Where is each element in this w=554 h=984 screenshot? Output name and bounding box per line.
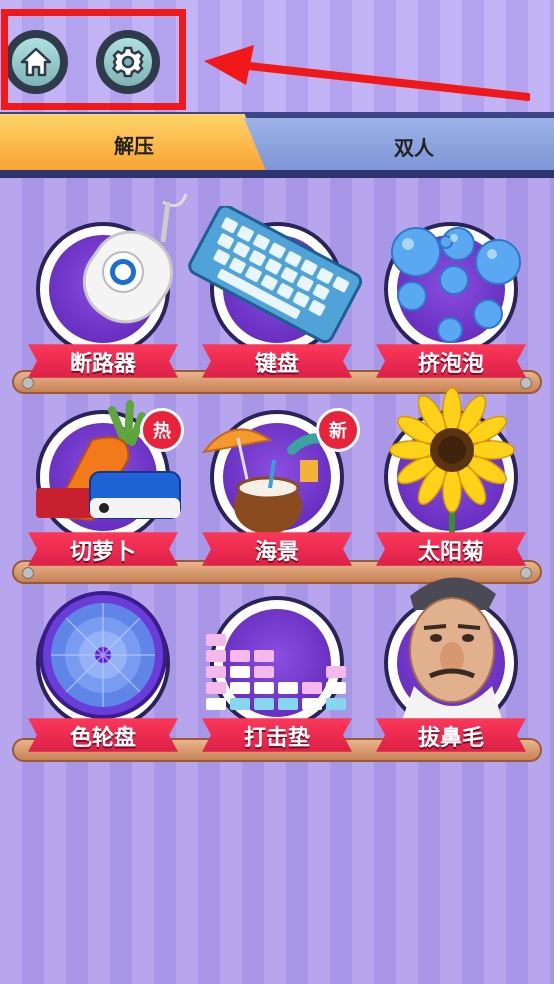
game-label: 色轮盘 <box>69 726 136 751</box>
game-label: 太阳菊 <box>417 540 484 565</box>
category-tabs: 解压 双人 <box>0 112 554 178</box>
annotation-arrow-icon <box>204 45 530 101</box>
color-wheel-icon <box>39 591 167 719</box>
game-card-keyboard[interactable]: 键盘 <box>188 206 363 392</box>
game-card-carrot[interactable]: 热 切萝卜 <box>28 400 184 580</box>
new-badge: 新 <box>316 408 360 452</box>
keyboard-icon <box>188 206 363 344</box>
bubbles-icon <box>391 227 521 343</box>
annotation-highlight-box <box>1 9 186 110</box>
face-icon <box>400 577 504 726</box>
game-label: 切萝卜 <box>69 540 136 565</box>
game-label: 拔鼻毛 <box>417 726 484 751</box>
hot-badge: 热 <box>140 408 184 452</box>
game-label: 断路器 <box>69 352 136 377</box>
game-label: 键盘 <box>254 352 299 377</box>
circuit-breaker-icon <box>82 193 188 324</box>
game-label: 挤泡泡 <box>417 352 484 377</box>
sunflower-icon <box>389 387 515 536</box>
game-card-seascape[interactable]: 新 海景 <box>201 408 360 580</box>
tab-decompress-label: 解压 <box>114 134 154 158</box>
game-label: 打击垫 <box>243 726 310 751</box>
game-card-circuit-breaker[interactable]: 断路器 <box>28 193 188 392</box>
tab-two-player-label: 双人 <box>394 136 434 160</box>
game-card-nose-hair[interactable]: 拔鼻毛 <box>376 577 526 766</box>
game-card-sunflower[interactable]: 太阳菊 <box>376 387 526 580</box>
game-card-color-wheel[interactable]: 色轮盘 <box>28 591 178 766</box>
game-label: 海景 <box>254 540 299 565</box>
drum-pad-icon <box>206 634 346 710</box>
game-card-drum-pad[interactable]: 打击垫 <box>202 596 352 766</box>
game-card-bubbles[interactable]: 挤泡泡 <box>376 222 526 392</box>
